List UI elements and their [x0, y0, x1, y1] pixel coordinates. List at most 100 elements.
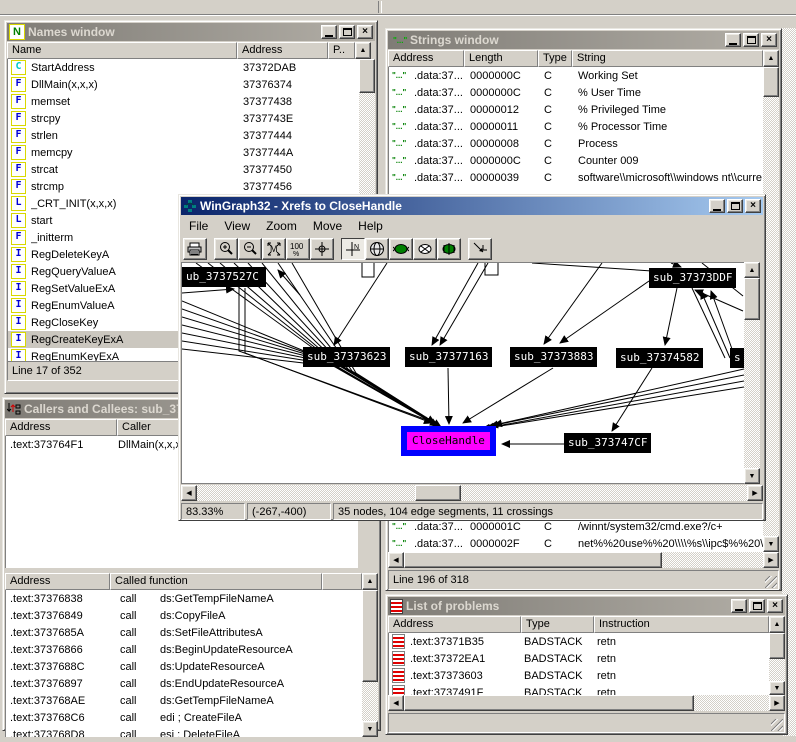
maximize-button[interactable] [727, 199, 743, 213]
table-row[interactable]: FDllMain(x,x,x)37376374 [8, 76, 375, 93]
scroll-down-icon[interactable]: ▼ [769, 681, 785, 695]
table-row[interactable]: .text:3737685Acallds:SetFileAttributesA [6, 624, 378, 641]
scroll-up-icon[interactable]: ▲ [362, 573, 378, 590]
overview-toggle-button[interactable]: N [341, 238, 365, 260]
close-button[interactable]: × [767, 599, 783, 613]
maximize-button[interactable] [339, 25, 355, 39]
wingraph-titlebar[interactable]: WinGraph32 - Xrefs to CloseHandle × [181, 197, 763, 215]
scroll-right-icon[interactable]: ▶ [763, 552, 779, 568]
table-row[interactable]: "...".data:37...00000008CProcess [389, 135, 779, 152]
close-button[interactable]: × [761, 33, 777, 47]
speed-fast-button[interactable] [437, 238, 461, 260]
problems-titlebar[interactable]: List of problems × [388, 597, 785, 615]
center-button[interactable] [310, 238, 334, 260]
column-header-blank[interactable] [322, 573, 362, 590]
scroll-up-icon[interactable]: ▲ [769, 616, 785, 633]
minimize-button[interactable] [709, 199, 725, 213]
graph-node[interactable]: sub_37373DDF [649, 268, 736, 288]
column-header-address[interactable]: Address [237, 42, 328, 59]
speed-slow-button[interactable] [389, 238, 413, 260]
menu-zoom[interactable]: Zoom [258, 217, 305, 235]
maximize-button[interactable] [743, 33, 759, 47]
scrollbar-thumb[interactable] [769, 633, 785, 659]
table-row[interactable]: CStartAddress37372DAB [8, 59, 375, 76]
column-header-address[interactable]: Address [388, 616, 521, 633]
column-header-name[interactable]: Name [7, 42, 237, 59]
table-row[interactable]: Fstrcmp37377456 [8, 178, 375, 195]
column-header-length[interactable]: Length [464, 50, 538, 67]
table-row[interactable]: .text:373768C6calledi ; CreateFileA [6, 709, 378, 726]
maximize-button[interactable] [749, 599, 765, 613]
graph-node[interactable]: sub_37374582 [616, 348, 703, 368]
vertical-scrollbar[interactable]: ▼ [362, 590, 378, 737]
speed-medium-button[interactable] [413, 238, 437, 260]
minimize-button[interactable] [321, 25, 337, 39]
scrollbar-thumb[interactable] [404, 695, 694, 711]
scroll-down-icon[interactable]: ▼ [763, 536, 779, 552]
scrollbar-thumb[interactable] [359, 59, 375, 93]
graph-node[interactable]: s [730, 348, 744, 368]
scroll-up-icon[interactable]: ▲ [763, 50, 779, 67]
graph-node-selected[interactable]: CloseHandle [401, 426, 496, 456]
table-row[interactable]: "...".data:37...00000039Csoftware\\micro… [389, 169, 779, 186]
table-row[interactable]: .text:3737688Ccallds:UpdateResourceA [6, 658, 378, 675]
column-header-address[interactable]: Address [388, 50, 464, 67]
names-titlebar[interactable]: N Names window × [7, 23, 375, 41]
zoom-100-button[interactable]: 100% [286, 238, 310, 260]
resize-grip[interactable] [765, 576, 777, 588]
table-row[interactable]: .text:37376849callds:CopyFileA [6, 607, 378, 624]
scroll-up-icon[interactable]: ▲ [744, 262, 760, 278]
zoom-out-button[interactable] [238, 238, 262, 260]
sphere-view-button[interactable] [365, 238, 389, 260]
table-row[interactable]: Fstrcpy3737743E [8, 110, 375, 127]
menu-move[interactable]: Move [305, 217, 350, 235]
table-row[interactable]: "...".data:37...00000011C% Processor Tim… [389, 118, 779, 135]
vertical-scrollbar[interactable]: ▼ [769, 633, 785, 695]
graph-node[interactable]: ub_3737527C [182, 267, 266, 287]
graph-vertical-scrollbar[interactable]: ▲ ▼ [744, 262, 760, 484]
table-row[interactable]: Fmemset37377438 [8, 93, 375, 110]
table-row[interactable]: Fstrlen37377444 [8, 127, 375, 144]
scroll-left-icon[interactable]: ◀ [388, 695, 404, 711]
strings-titlebar[interactable]: "..." Strings window × [388, 31, 779, 49]
problems-list[interactable]: .text:37371B35BADSTACKretn .text:37372EA… [388, 633, 785, 695]
menu-view[interactable]: View [216, 217, 258, 235]
resize-grip[interactable] [771, 719, 783, 731]
column-header-string[interactable]: String [572, 50, 763, 67]
scroll-down-icon[interactable]: ▼ [362, 721, 378, 737]
scrollbar-thumb[interactable] [362, 590, 378, 682]
column-header-address[interactable]: Address [5, 419, 117, 436]
scrollbar-thumb[interactable] [415, 485, 461, 501]
table-row[interactable]: .text:37376866callds:BeginUpdateResource… [6, 641, 378, 658]
menu-help[interactable]: Help [350, 217, 391, 235]
table-row[interactable]: Fmemcpy3737744A [8, 144, 375, 161]
graph-node[interactable]: sub_37377163 [405, 347, 492, 367]
table-row[interactable]: "...".data:37...0000002FCnet%%20use%%20\… [389, 535, 763, 552]
graph-horizontal-scrollbar[interactable]: ◀ ▶ [181, 485, 763, 501]
scroll-right-icon[interactable]: ▶ [769, 695, 785, 711]
zoom-fit-button[interactable]: M [262, 238, 286, 260]
graph-node[interactable]: sub_373747CF [564, 433, 651, 453]
column-header-p[interactable]: P.. [328, 42, 355, 59]
table-row[interactable]: .text:37376838callds:GetTempFileNameA [6, 590, 378, 607]
edge-mode-button[interactable] [468, 238, 492, 260]
callees-list[interactable]: .text:37376838callds:GetTempFileNameA .t… [5, 590, 378, 737]
table-row[interactable]: Fstrcat37377450 [8, 161, 375, 178]
table-row[interactable]: .text:373768AEcallds:GetTempFileNameA [6, 692, 378, 709]
zoom-in-button[interactable] [214, 238, 238, 260]
horizontal-scrollbar[interactable]: ◀ ▶ [388, 695, 785, 711]
column-header-instruction[interactable]: Instruction [594, 616, 769, 633]
close-button[interactable]: × [357, 25, 373, 39]
table-row[interactable]: "...".data:37...0000000CCCounter 009 [389, 152, 779, 169]
column-header-address[interactable]: Address [5, 573, 110, 590]
minimize-button[interactable] [731, 599, 747, 613]
table-row[interactable]: .text:3737491FBADSTACKretn [389, 684, 785, 695]
graph-canvas[interactable]: ub_3737527C sub_37373623 sub_37377163 su… [181, 262, 744, 484]
close-button[interactable]: × [745, 199, 761, 213]
column-header-type[interactable]: Type [521, 616, 594, 633]
scroll-left-icon[interactable]: ◀ [181, 485, 197, 501]
scrollbar-thumb[interactable] [404, 552, 662, 568]
table-row[interactable]: .text:373768D8callesi ; DeleteFileA [6, 726, 378, 737]
print-button[interactable] [183, 238, 207, 260]
table-row[interactable]: "...".data:37...0000000CC% User Time [389, 84, 779, 101]
